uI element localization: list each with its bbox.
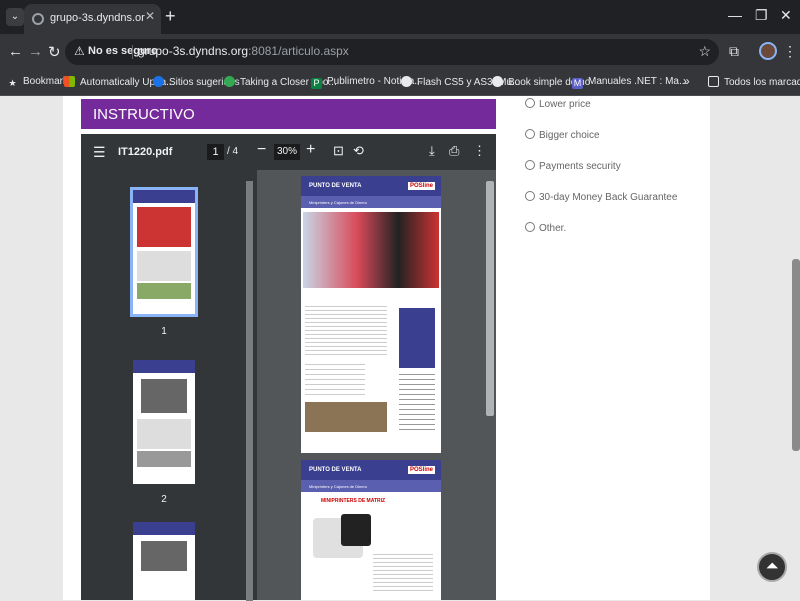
pdf-toolbar: ☰ IT1220.pdf 1 / 4 − 30% + ⊡ ⟲ ⤓ ⎙ ⋮	[81, 134, 496, 170]
more-options-icon[interactable]: ⋮	[473, 143, 486, 159]
bottom-photo	[305, 402, 387, 432]
minimize-button[interactable]: —	[728, 7, 742, 23]
browser-toolbar: ← → ↻ ⚠ No es seguro grupo-3s.dyndns.org…	[0, 34, 800, 70]
page-scrollbar[interactable]	[792, 259, 800, 451]
pages-scrollbar[interactable]	[486, 181, 494, 416]
circle-icon	[492, 76, 503, 87]
bookmarks-overflow-button[interactable]: »	[683, 74, 690, 88]
table-block	[305, 364, 365, 398]
thumbnail-page-3[interactable]	[133, 522, 195, 600]
spec-table	[399, 308, 435, 368]
close-window-button[interactable]: ✕	[780, 7, 792, 24]
restore-button[interactable]: ❐	[755, 7, 768, 24]
tab-title: grupo-3s.dyndns.org:8081/arti	[50, 12, 145, 24]
url-text[interactable]: grupo-3s.dyndns.org:8081/articulo.aspx	[138, 44, 349, 58]
forward-button[interactable]: →	[28, 43, 43, 60]
tab-bar: ⌄ grupo-3s.dyndns.org:8081/arti ✕ + — ❐ …	[0, 0, 800, 34]
extensions-icon[interactable]: ⧉	[729, 43, 739, 60]
scroll-top-button[interactable]: ⏶	[757, 552, 787, 582]
radio-button[interactable]	[525, 222, 535, 232]
thumbnail-label: 2	[161, 494, 167, 505]
doc-icon: M	[572, 78, 583, 89]
warning-icon: ⚠	[74, 44, 85, 58]
option-bigger-choice[interactable]: Bigger choice	[525, 128, 715, 146]
print-icon[interactable]: ⎙	[449, 143, 459, 159]
bookmark-star-icon[interactable]: ☆	[698, 43, 711, 60]
page-number-input[interactable]: 1	[207, 144, 224, 160]
section-title: MINIPRINTERS DE MATRIZ	[321, 498, 386, 504]
address-bar[interactable]: ⚠ No es seguro grupo-3s.dyndns.org:8081/…	[65, 39, 719, 65]
p-icon: P	[311, 78, 322, 89]
hamburger-menu-icon[interactable]: ☰	[93, 144, 106, 161]
list-block	[399, 374, 435, 434]
divider	[132, 45, 133, 59]
back-button[interactable]: ←	[8, 43, 23, 60]
zoom-out-icon[interactable]: −	[257, 141, 266, 159]
zoom-in-icon[interactable]: +	[306, 141, 315, 159]
reload-button[interactable]: ↻	[48, 43, 61, 61]
bookmarks-bar: ★ Bookmarks Automatically Upda... Sitios …	[0, 70, 800, 96]
circle-icon	[401, 76, 412, 87]
option-payments-security[interactable]: Payments security	[525, 159, 715, 177]
pages-area: PUNTO DE VENTA POSline Miniprinters y Ca…	[257, 170, 496, 600]
option-other[interactable]: Other.	[525, 221, 715, 239]
tab-search-button[interactable]: ⌄	[6, 8, 24, 26]
fit-page-icon[interactable]: ⊡	[333, 143, 344, 159]
page-subheader: Miniprinters y Cajones de Dinero	[301, 480, 441, 492]
option-lower-price[interactable]: Lower price	[525, 97, 715, 115]
pdf-filename: IT1220.pdf	[118, 146, 173, 158]
globe-icon	[153, 76, 164, 87]
new-tab-button[interactable]: +	[165, 6, 176, 27]
chevron-up-icon: ⏶	[765, 558, 779, 575]
thumbnail-page-2[interactable]	[133, 360, 195, 484]
leaf-icon	[224, 76, 235, 87]
radio-button[interactable]	[525, 191, 535, 201]
radio-button[interactable]	[525, 160, 535, 170]
brand-logo: POSline	[407, 182, 435, 190]
avatar[interactable]	[759, 42, 777, 60]
product-photo	[303, 212, 439, 288]
printer-image	[341, 514, 371, 546]
radio-button[interactable]	[525, 98, 535, 108]
download-icon[interactable]: ⤓	[429, 143, 435, 159]
bookmark-item[interactable]: M Manuales .NET : Ma...	[572, 76, 687, 90]
globe-icon	[32, 13, 44, 25]
menu-icon[interactable]: ⋮	[783, 43, 797, 60]
page-subheader: Miniprinters y Cajones de Dinero	[301, 196, 441, 208]
pdf-viewer: ☰ IT1220.pdf 1 / 4 − 30% + ⊡ ⟲ ⤓ ⎙ ⋮ 1 2…	[81, 134, 496, 601]
section-header: INSTRUCTIVO	[81, 99, 496, 129]
thumbnail-label: 1	[161, 326, 167, 337]
brand-logo: POSline	[407, 466, 435, 474]
zoom-input[interactable]: 30%	[274, 144, 300, 160]
rotate-icon[interactable]: ⟲	[353, 143, 364, 159]
option-money-back[interactable]: 30-day Money Back Guarantee	[525, 190, 715, 208]
pdf-page-1: PUNTO DE VENTA POSline Miniprinters y Ca…	[301, 176, 441, 453]
close-tab-icon[interactable]: ✕	[145, 9, 155, 23]
radio-button[interactable]	[525, 129, 535, 139]
thumbnail-page-1[interactable]	[130, 187, 198, 317]
folder-icon	[708, 76, 719, 87]
all-bookmarks-folder[interactable]: Todos los marcadores	[708, 76, 800, 90]
star-icon: ★	[8, 78, 17, 88]
text-block	[373, 554, 433, 594]
pdf-page-2: PUNTO DE VENTA POSline Miniprinters y Ca…	[301, 460, 441, 600]
browser-tab[interactable]: grupo-3s.dyndns.org:8081/arti ✕	[24, 4, 161, 34]
sidebar-scrollbar[interactable]	[246, 181, 253, 601]
ms-icon	[64, 76, 75, 87]
thumbnail-sidebar: 1 2	[81, 170, 257, 600]
page-content: INSTRUCTIVO ☰ IT1220.pdf 1 / 4 − 30% + ⊡…	[0, 96, 800, 601]
page-total: / 4	[227, 146, 239, 157]
text-block	[305, 306, 387, 356]
